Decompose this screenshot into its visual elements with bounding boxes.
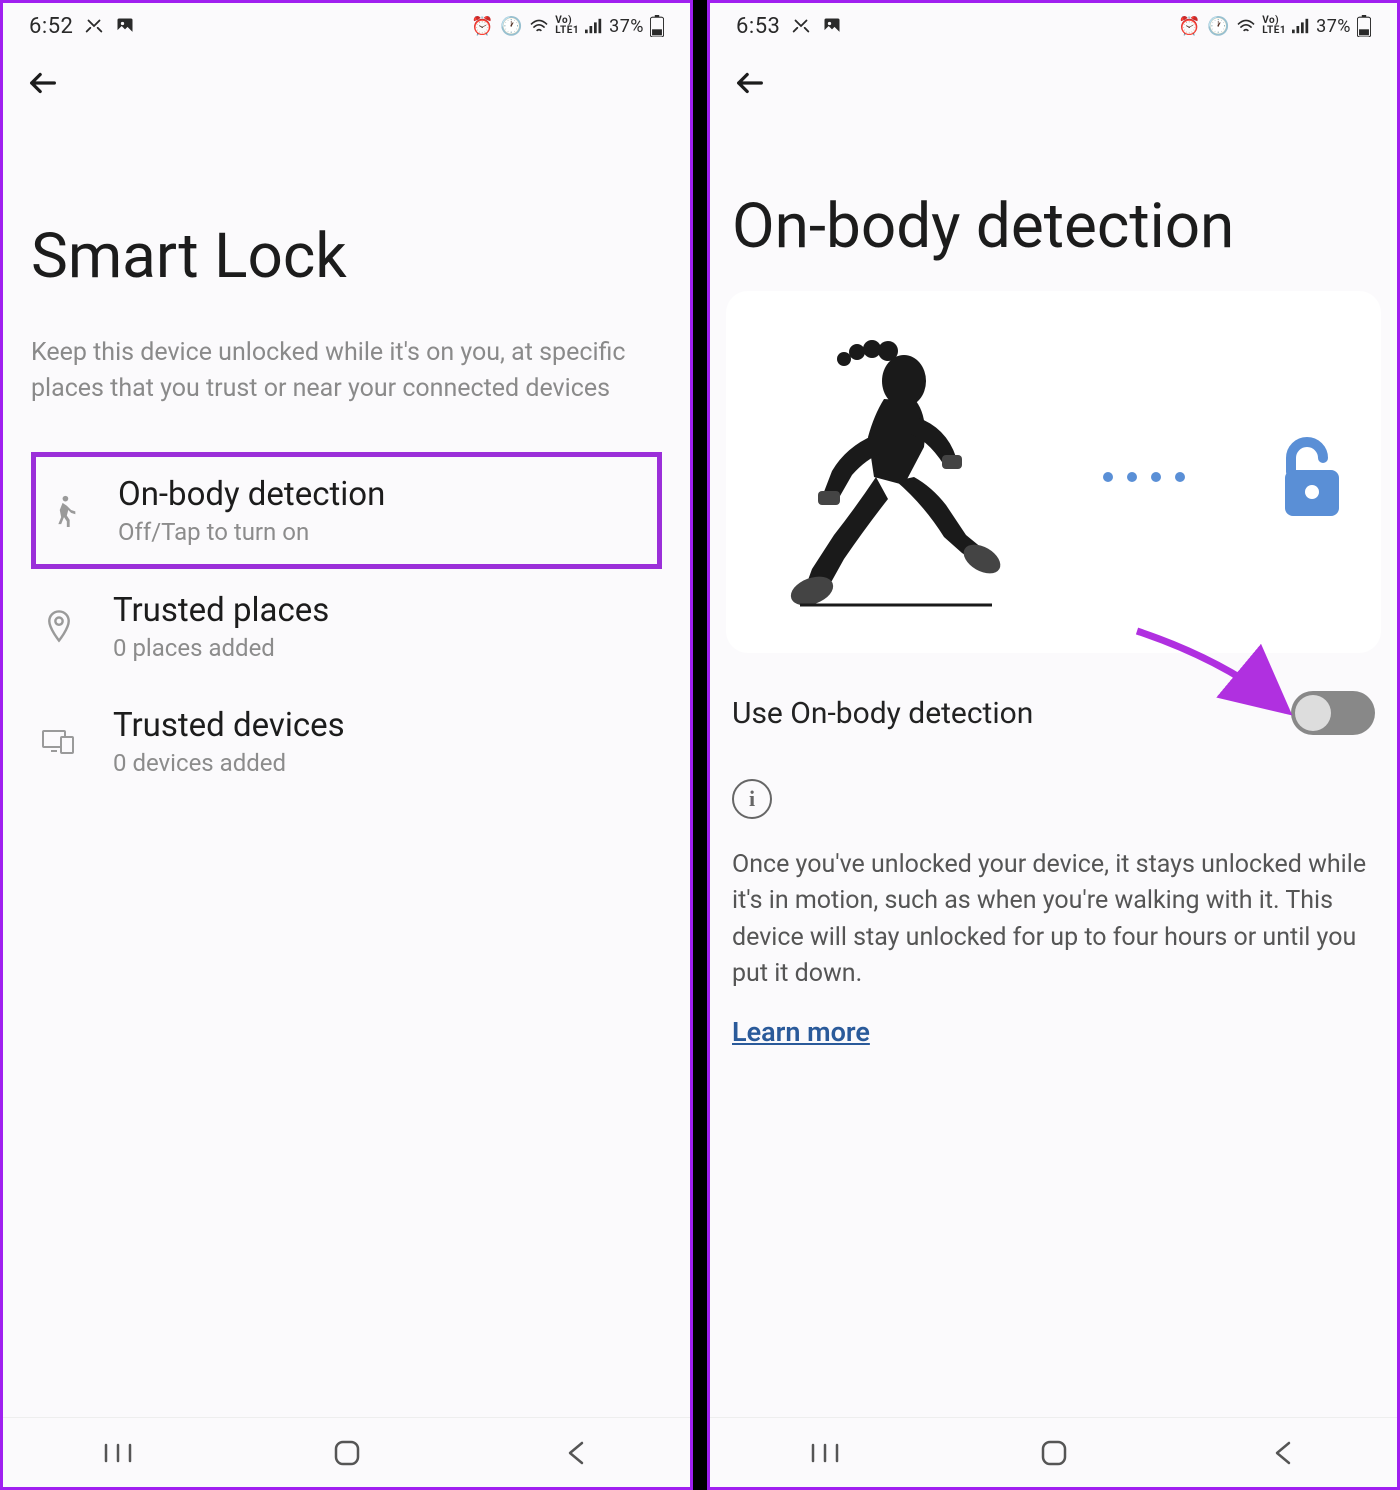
connection-dots-icon	[1103, 472, 1185, 482]
battery-icon	[1357, 15, 1371, 37]
image-icon	[115, 16, 135, 36]
setting-trusted-devices[interactable]: Trusted devices 0 devices added	[31, 684, 662, 799]
signal-icon	[1292, 18, 1310, 34]
info-icon: i	[732, 779, 772, 819]
back-button[interactable]	[730, 63, 770, 103]
page-title: On-body detection	[732, 193, 1375, 261]
info-row: i	[732, 779, 1375, 819]
page-subtitle: Keep this device unlocked while it's on …	[31, 335, 662, 408]
navbar	[710, 1417, 1397, 1487]
nav-recents-button[interactable]	[805, 1433, 845, 1473]
volte-icon: Vo)LTE1	[555, 16, 579, 36]
setting-title: Trusted devices	[113, 706, 654, 745]
image-icon	[822, 16, 842, 36]
clock-icon: 🕐	[1207, 16, 1230, 37]
location-pin-icon	[39, 606, 79, 646]
content: Smart Lock Keep this device unlocked whi…	[3, 113, 690, 1417]
setting-onbody-detection[interactable]: On-body detection Off/Tap to turn on	[31, 452, 662, 569]
running-person-icon	[756, 337, 1016, 617]
content: On-body detection	[710, 113, 1397, 1417]
info-body-text: Once you've unlocked your device, it sta…	[732, 847, 1375, 992]
unlock-icon	[1271, 432, 1351, 522]
toggle-row: Use On-body detection	[732, 681, 1375, 755]
phone-right: 6:53 ⏰ 🕐 Vo)LTE1 37%	[707, 0, 1400, 1490]
statusbar: 6:53 ⏰ 🕐 Vo)LTE1 37%	[710, 3, 1397, 49]
devices-icon	[39, 721, 79, 761]
nav-recents-button[interactable]	[98, 1433, 138, 1473]
back-button[interactable]	[23, 63, 63, 103]
setting-subtitle: Off/Tap to turn on	[118, 518, 649, 546]
setting-subtitle: 0 places added	[113, 634, 654, 662]
clock-icon: 🕐	[500, 16, 523, 37]
nav-home-button[interactable]	[327, 1433, 367, 1473]
navbar	[3, 1417, 690, 1487]
nav-back-button[interactable]	[1263, 1433, 1303, 1473]
alarm-icon: ⏰	[471, 16, 494, 37]
wifi-icon	[529, 18, 549, 34]
clock: 6:52	[29, 14, 73, 39]
clock: 6:53	[736, 14, 780, 39]
toggle-label: Use On-body detection	[732, 696, 1033, 731]
missed-call-icon	[790, 15, 812, 37]
phone-left: 6:52 ⏰ 🕐 Vo)LTE1 37%	[0, 0, 693, 1490]
setting-subtitle: 0 devices added	[113, 749, 654, 777]
battery-percent: 37%	[609, 16, 644, 37]
battery-icon	[650, 15, 664, 37]
setting-title: On-body detection	[118, 475, 649, 514]
nav-back-button[interactable]	[556, 1433, 596, 1473]
nav-home-button[interactable]	[1034, 1433, 1074, 1473]
setting-title: Trusted places	[113, 591, 654, 630]
walk-icon	[44, 490, 84, 530]
appbar	[3, 49, 690, 113]
missed-call-icon	[83, 15, 105, 37]
page-title: Smart Lock	[31, 223, 662, 291]
learn-more-link[interactable]: Learn more	[732, 1016, 870, 1048]
statusbar: 6:52 ⏰ 🕐 Vo)LTE1 37%	[3, 3, 690, 49]
onbody-toggle[interactable]	[1291, 691, 1375, 735]
alarm-icon: ⏰	[1178, 16, 1201, 37]
signal-icon	[585, 18, 603, 34]
battery-percent: 37%	[1316, 16, 1351, 37]
wifi-icon	[1236, 18, 1256, 34]
hero-illustration	[726, 291, 1381, 653]
setting-trusted-places[interactable]: Trusted places 0 places added	[31, 569, 662, 684]
volte-icon: Vo)LTE1	[1262, 16, 1286, 36]
appbar	[710, 49, 1397, 113]
